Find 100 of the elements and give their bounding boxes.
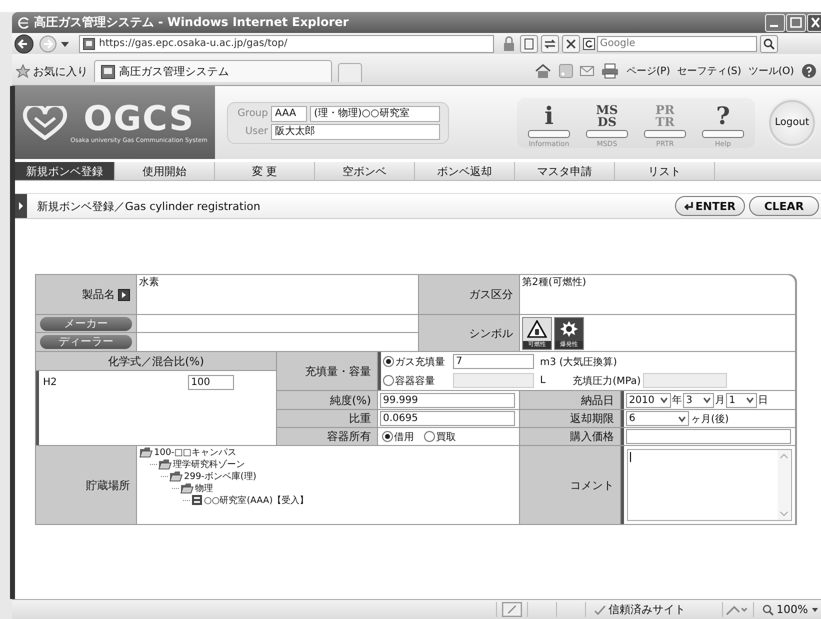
tree-item[interactable]: ○○研究室(AAA)【受入】: [204, 494, 309, 506]
tree-item[interactable]: 理学研究科ゾーン: [173, 458, 245, 470]
tree-item[interactable]: 299-ボンベ庫(理): [184, 470, 256, 482]
tree-item[interactable]: 物理: [195, 482, 213, 494]
nav-tab[interactable]: マスタ申請: [515, 162, 615, 180]
browser-logo-icon: [18, 16, 30, 28]
logout-button[interactable]: Logout: [769, 100, 815, 146]
page-icon: [101, 64, 115, 78]
group-name-field: (理・物理)○○研究室: [310, 106, 440, 122]
input-field[interactable]: [626, 429, 791, 444]
folder-icon[interactable]: [169, 470, 183, 482]
nav-tab[interactable]: 使用開始: [115, 162, 215, 180]
folder-icon[interactable]: [180, 482, 194, 494]
browser-tab[interactable]: 高圧ガス管理システム: [94, 60, 332, 82]
nav-tab[interactable]: 変 更: [215, 162, 315, 180]
search-field[interactable]: Google: [597, 36, 757, 52]
emblem-icon: [22, 106, 66, 140]
input-field[interactable]: 99.999: [380, 392, 515, 408]
radio-button[interactable]: [383, 375, 394, 386]
radio-button[interactable]: [424, 431, 435, 442]
field-label: 純度(%): [277, 391, 377, 409]
maximize-icon[interactable]: [786, 14, 806, 32]
unit-label: L: [540, 375, 546, 386]
field-label: 化学式／混合比(%): [36, 352, 276, 370]
maker-button[interactable]: メーカー: [40, 316, 132, 330]
warning-triangle-icon: [527, 320, 547, 338]
star-icon: [16, 64, 30, 78]
field-label: 比重: [277, 410, 377, 427]
field-label: 購入価格: [520, 428, 620, 445]
help-icon[interactable]: [801, 63, 817, 79]
field-label: 充填圧力(MPa): [572, 374, 641, 388]
stop-icon[interactable]: [562, 34, 580, 52]
group-label: Group: [236, 108, 268, 119]
chevron-down-icon: [745, 395, 755, 405]
command-menu[interactable]: セーフティ(S): [677, 64, 742, 78]
unit-label: m3 (大気圧換算): [540, 356, 618, 368]
search-provider-icon: [583, 38, 595, 50]
page-title: 新規ボンベ登録／Gas cylinder registration: [37, 198, 260, 214]
dropdown[interactable]: 6: [626, 411, 689, 426]
radio-label: 借用: [394, 430, 414, 444]
formula-text: H2: [43, 377, 58, 388]
radio-button[interactable]: [382, 431, 393, 442]
folder-icon[interactable]: [158, 458, 172, 470]
dropdown[interactable]: 1: [726, 392, 757, 408]
refresh-icon[interactable]: [541, 34, 559, 52]
group-code-field: AAA: [271, 106, 307, 122]
command-menu[interactable]: ページ(P): [626, 64, 670, 78]
favorites-button[interactable]: お気に入り: [16, 60, 88, 82]
feed-icon[interactable]: [559, 64, 574, 78]
nav-tab[interactable]: ボンベ返却: [415, 162, 515, 180]
search-icon[interactable]: [760, 34, 778, 52]
input-field[interactable]: 7: [453, 354, 534, 369]
input-field[interactable]: 0.0695: [380, 411, 515, 426]
back-icon[interactable]: [14, 34, 36, 54]
unit-label: 日: [758, 394, 768, 407]
input-field[interactable]: [453, 373, 534, 388]
arrow-button-icon[interactable]: [118, 288, 130, 300]
printer-icon[interactable]: [601, 63, 620, 79]
unit-label: 月: [715, 394, 725, 407]
radio-label: 買取: [436, 430, 456, 444]
window-title: 高圧ガス管理システム - Windows Internet Explorer: [34, 14, 350, 31]
unit-label: ヶ月(後): [691, 412, 729, 426]
dropdown[interactable]: 2010: [626, 392, 671, 408]
nav-tab[interactable]: 空ボンベ: [315, 162, 415, 180]
field-label: 納品日: [520, 391, 620, 409]
close-icon[interactable]: [807, 14, 821, 32]
address-field[interactable]: https://gas.epc.osaka-u.ac.jp/gas/top/: [79, 34, 494, 52]
input-field[interactable]: [642, 373, 727, 388]
home-icon[interactable]: [534, 63, 552, 79]
ratio-field[interactable]: 100: [188, 375, 234, 390]
mail-icon[interactable]: [580, 65, 594, 77]
field-label: ガス区分: [419, 275, 519, 314]
minimize-icon[interactable]: [765, 14, 785, 32]
logo-text: OGCS: [84, 101, 194, 137]
scrollbar-icon[interactable]: [777, 450, 791, 520]
comment-field[interactable]: [627, 449, 792, 521]
radio-button[interactable]: [383, 356, 394, 367]
gas-class-value: 第2種(可燃性): [520, 275, 795, 314]
folder-icon[interactable]: [139, 446, 153, 458]
dealer-button[interactable]: ディーラー: [40, 335, 132, 349]
clear-button[interactable]: CLEAR: [749, 196, 819, 216]
zoom-level[interactable]: 100%: [776, 603, 808, 616]
tree-item[interactable]: 100-□□キャンパス: [154, 446, 236, 458]
security-zone-text: 信頼済みサイト: [608, 602, 686, 617]
nav-tab[interactable]: 新規ボンベ登録: [15, 162, 115, 180]
dropdown-icon[interactable]: [811, 606, 819, 614]
field-label: 容器所有: [277, 428, 377, 445]
lock-icon[interactable]: [501, 36, 517, 52]
nav-tab[interactable]: リスト: [615, 162, 715, 180]
expand-icon[interactable]: [15, 194, 27, 218]
room-icon[interactable]: [191, 494, 203, 506]
field-label: シンボル: [419, 315, 519, 351]
field-label: コメント: [520, 446, 620, 524]
user-label: User: [244, 126, 268, 137]
command-menu[interactable]: ツール(O): [748, 64, 794, 78]
dropdown[interactable]: 3: [683, 392, 714, 408]
zoom-icon[interactable]: [762, 604, 774, 616]
enter-button[interactable]: ENTER: [675, 196, 745, 216]
document-icon[interactable]: [520, 34, 538, 52]
unit-label: 年: [672, 394, 682, 407]
